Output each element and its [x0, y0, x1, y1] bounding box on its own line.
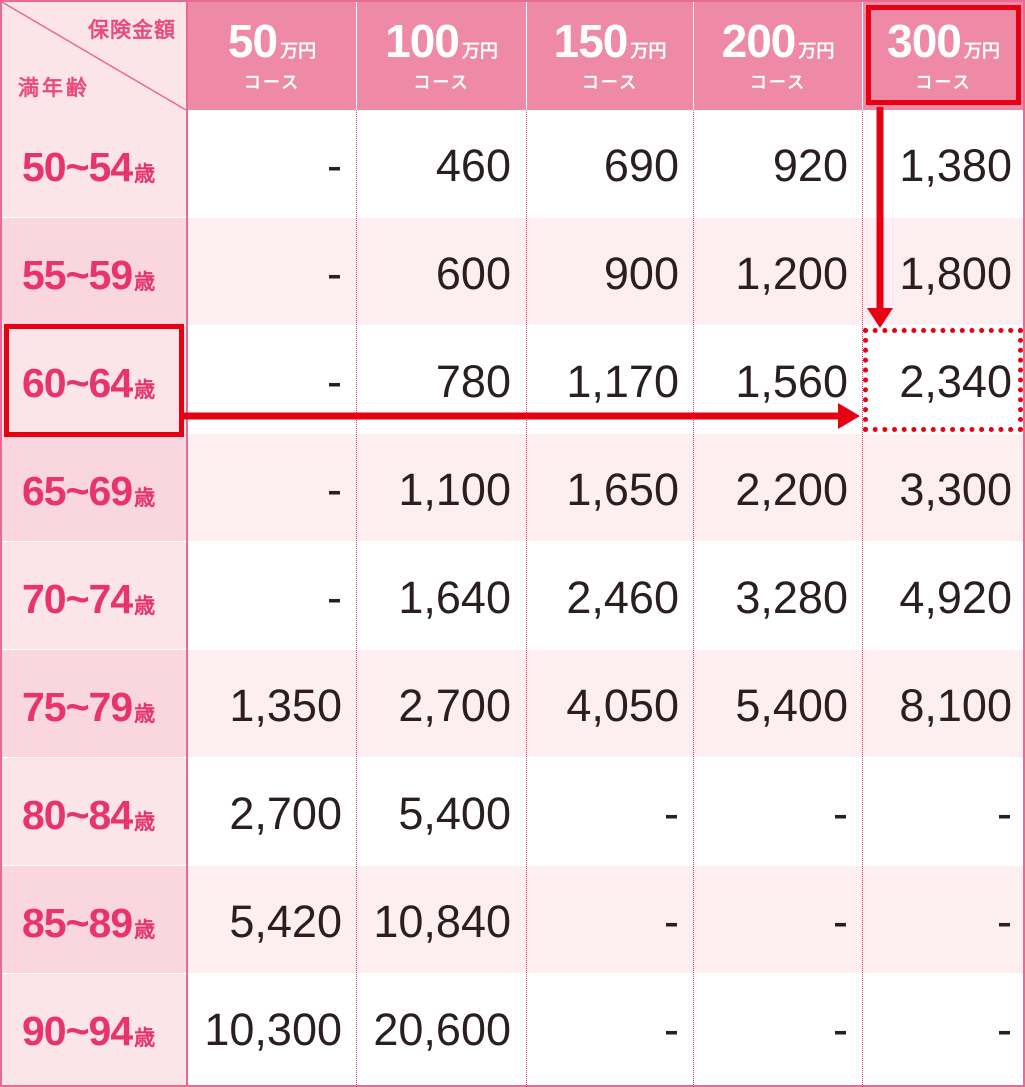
guide-arrows [182, 107, 893, 429]
premium-table: 保険金額 満年齢 50 万円 コース 100 万円 コース 150 万円 コース 20… [0, 0, 1025, 1087]
right-arrow-head [838, 403, 860, 429]
down-arrow-head [867, 308, 893, 328]
